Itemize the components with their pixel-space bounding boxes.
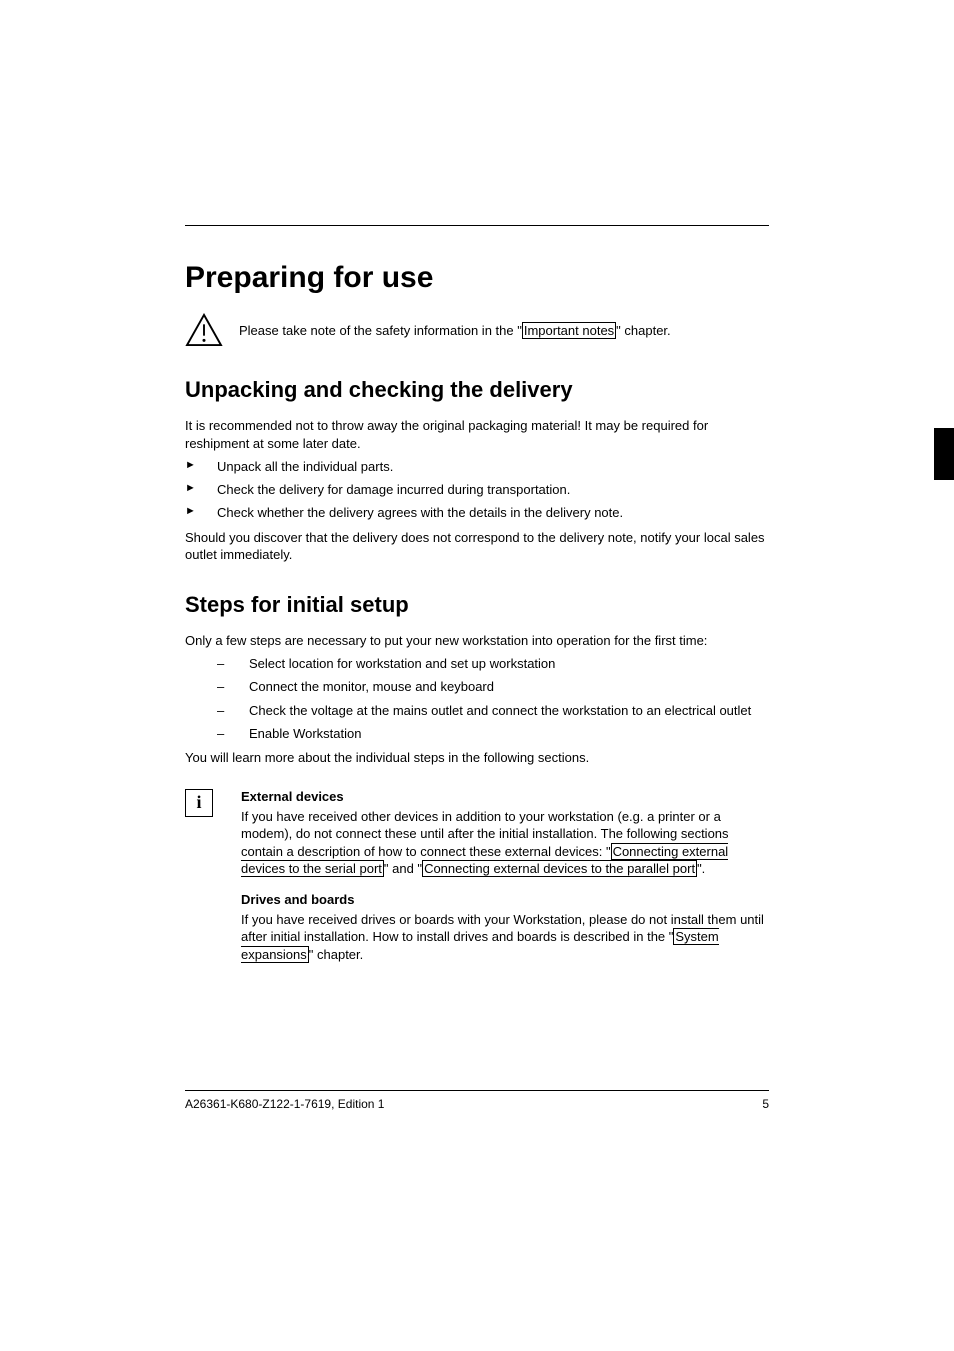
unpacking-intro: It is recommended not to throw away the … [185, 417, 769, 452]
section-heading-unpacking: Unpacking and checking the delivery [185, 377, 769, 403]
list-item: Connect the monitor, mouse and keyboard [217, 678, 769, 696]
list-item: Check the voltage at the mains outlet an… [217, 702, 769, 720]
header-rule [185, 225, 769, 226]
page-edge-tab [934, 428, 954, 480]
warning-callout: Please take note of the safety informati… [185, 313, 769, 347]
page-footer: A26361-K680-Z122-1-7619, Edition 1 5 [185, 1090, 769, 1111]
info-drives-text: If you have received drives or boards wi… [241, 911, 769, 964]
warning-text-pre: Please take note of the safety informati… [239, 323, 522, 338]
list-item: Check the delivery for damage incurred d… [185, 481, 769, 499]
footer-page-number: 5 [762, 1097, 769, 1111]
warning-text-post: " chapter. [616, 323, 670, 338]
setup-intro: Only a few steps are necessary to put yo… [185, 632, 769, 650]
list-item: Check whether the delivery agrees with t… [185, 504, 769, 522]
section-heading-setup: Steps for initial setup [185, 592, 769, 618]
info-callout: i External devices If you have received … [185, 789, 769, 978]
footer-docid: A26361-K680-Z122-1-7619, Edition 1 [185, 1097, 384, 1111]
setup-outro: You will learn more about the individual… [185, 749, 769, 767]
parallel-port-link[interactable]: Connecting external devices to the paral… [422, 860, 697, 877]
unpacking-outro: Should you discover that the delivery do… [185, 529, 769, 564]
info-icon: i [185, 789, 213, 817]
warning-text: Please take note of the safety informati… [239, 323, 671, 338]
important-notes-link[interactable]: Important notes [522, 322, 616, 339]
unpacking-steps: Unpack all the individual parts. Check t… [185, 458, 769, 523]
info-subhead-drives: Drives and boards [241, 892, 769, 907]
page-title: Preparing for use [185, 261, 769, 295]
info-external-text: If you have received other devices in ad… [241, 808, 769, 878]
list-item: Enable Workstation [217, 725, 769, 743]
setup-steps: Select location for workstation and set … [217, 655, 769, 743]
list-item: Select location for workstation and set … [217, 655, 769, 673]
info-subhead-external: External devices [241, 789, 769, 804]
warning-icon [185, 313, 223, 347]
list-item: Unpack all the individual parts. [185, 458, 769, 476]
